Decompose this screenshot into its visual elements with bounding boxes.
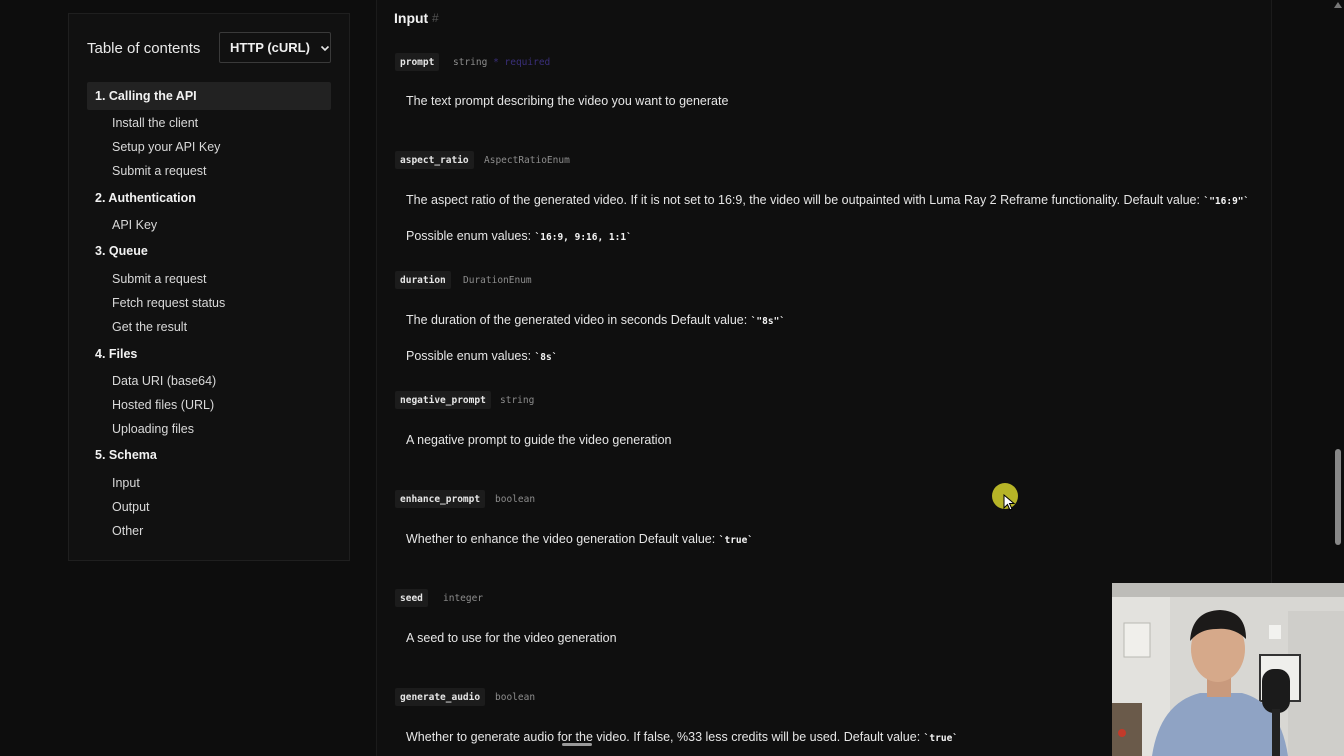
toc-item-api-key[interactable]: API Key [112,218,157,232]
toc-item-input[interactable]: Input [112,476,140,490]
enum-values: Possible enum values: `8s` [406,349,557,363]
webcam-overlay [1112,583,1344,756]
toc-section-files[interactable]: 4. Files [87,340,331,368]
toc-item-setup-api-key[interactable]: Setup your API Key [112,140,220,154]
param-type: boolean [495,494,536,505]
param-name: aspect_ratio [395,151,474,169]
toc-section-label: 5. Schema [95,448,157,462]
section-heading: Input [394,10,429,26]
description-text: Whether to generate audio for the video.… [406,730,921,744]
scrollbar-thumb[interactable] [1335,449,1341,545]
language-select-value: HTTP (cURL) [230,40,310,55]
enum-list-text: 16:9, 9:16, 1:1 [540,232,627,243]
toc-section-schema[interactable]: 5. Schema [87,441,331,469]
default-value: `"8s"` [750,316,786,327]
param-description: The aspect ratio of the generated video.… [406,193,1249,207]
toc-section-authentication[interactable]: 2. Authentication [87,184,331,212]
description-text: The aspect ratio of the generated video.… [406,193,1200,207]
toc-section-calling-api[interactable]: 1. Calling the API [87,82,331,110]
toc-item-hosted-files[interactable]: Hosted files (URL) [112,398,214,412]
default-value: `true` [923,733,959,744]
description-text: Whether to enhance the video generation … [406,532,716,546]
cursor-icon [1003,494,1016,511]
enum-list: `8s` [534,352,558,363]
param-name: seed [395,589,428,607]
default-value: `"16:9"` [1203,196,1250,207]
enum-values: Possible enum values: `16:9, 9:16, 1:1` [406,229,632,243]
param-type: AspectRatioEnum [484,155,570,166]
table-of-contents-panel: Table of contents HTTP (cURL) 1. Calling… [68,13,350,561]
param-type: string [500,395,535,406]
anchor-link[interactable]: # [432,11,439,25]
toc-item-output[interactable]: Output [112,500,150,514]
toc-section-queue[interactable]: 3. Queue [87,237,331,265]
param-description: Whether to enhance the video generation … [406,532,753,546]
scroll-up-arrow-icon[interactable] [1334,2,1342,8]
toc-section-label: 3. Queue [95,244,148,258]
param-type: string * required [453,57,550,68]
param-type: DurationEnum [463,275,532,286]
toc-item-fetch-status[interactable]: Fetch request status [112,296,225,310]
param-type: integer [443,593,484,604]
default-value-text: "8s" [756,316,780,327]
toc-item-queue-submit[interactable]: Submit a request [112,272,207,286]
presenter-video [1112,583,1344,756]
param-type-value: string [453,57,488,68]
toc-section-label: 1. Calling the API [95,89,197,103]
param-description: A negative prompt to guide the video gen… [406,433,672,447]
enum-label: Possible enum values: [406,349,532,363]
toc-item-other[interactable]: Other [112,524,143,538]
bottom-handle[interactable] [562,743,592,746]
required-label: * required [493,57,551,68]
toc-item-data-uri[interactable]: Data URI (base64) [112,374,216,388]
description-text: The duration of the generated video in s… [406,313,748,327]
toc-item-install-client[interactable]: Install the client [112,116,198,130]
enum-list-text: 8s [540,352,552,363]
param-name: generate_audio [395,688,486,706]
param-description: The duration of the generated video in s… [406,313,785,327]
param-name: prompt [395,53,440,71]
toc-item-uploading-files[interactable]: Uploading files [112,422,194,436]
language-select[interactable]: HTTP (cURL) [219,32,331,63]
param-name: negative_prompt [395,391,491,409]
default-value-text: true [724,535,748,546]
toc-item-get-result[interactable]: Get the result [112,320,187,334]
param-description: The text prompt describing the video you… [406,94,729,108]
param-description: Whether to generate audio for the video.… [406,730,958,744]
chevron-down-icon [320,45,330,51]
param-description: A seed to use for the video generation [406,631,617,645]
param-name: duration [395,271,451,289]
default-value-text: true [929,733,953,744]
toc-title: Table of contents [87,40,201,57]
toc-section-label: 4. Files [95,347,138,361]
toc-section-label: 2. Authentication [95,191,196,205]
enum-list: `16:9, 9:16, 1:1` [534,232,632,243]
toc-item-submit-request[interactable]: Submit a request [112,164,207,178]
param-type: boolean [495,692,536,703]
param-name: enhance_prompt [395,490,486,508]
default-value-text: "16:9" [1209,196,1244,207]
enum-label: Possible enum values: [406,229,532,243]
default-value: `true` [718,535,754,546]
